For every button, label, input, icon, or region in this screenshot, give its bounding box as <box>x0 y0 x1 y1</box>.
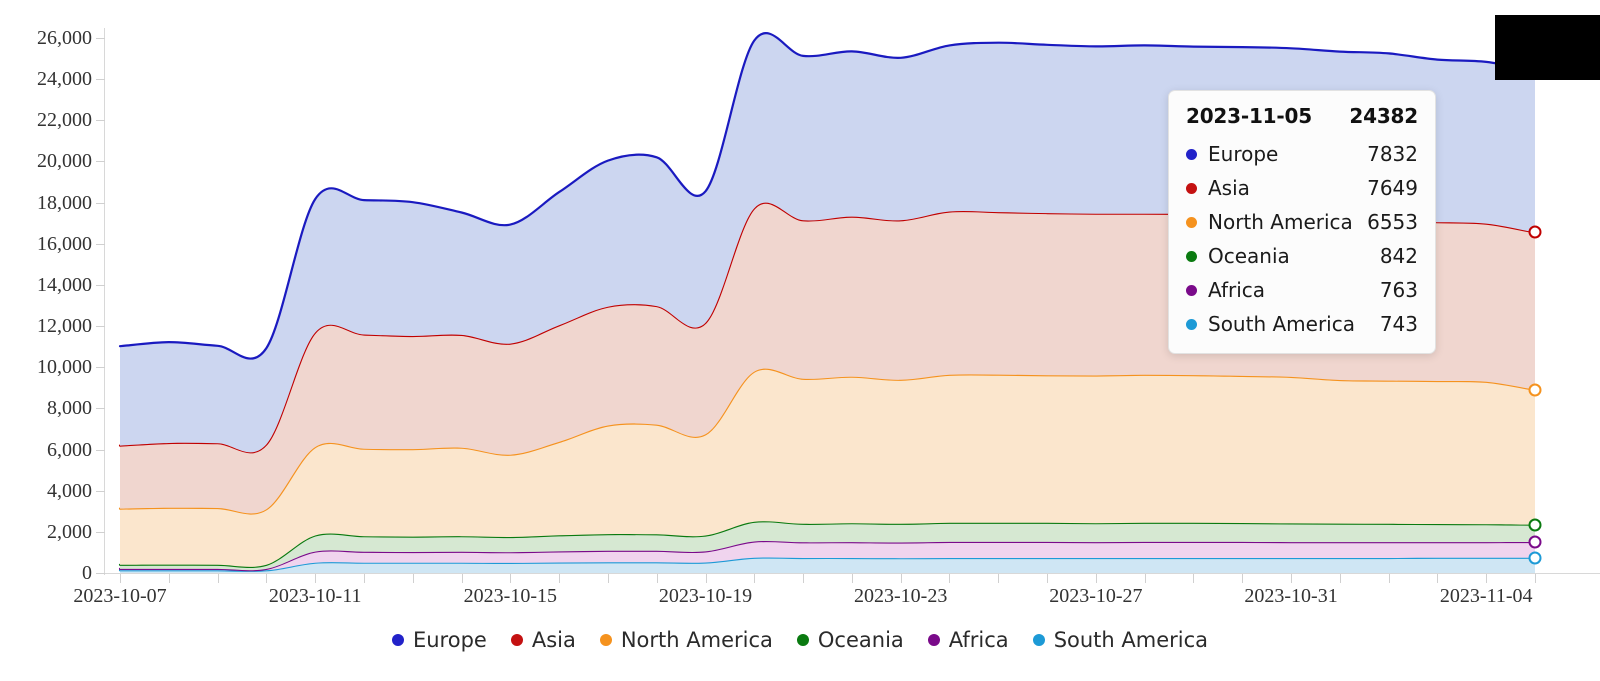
tooltip-series-value: 763 <box>1379 278 1418 302</box>
tooltip-total: 24382 <box>1349 104 1418 128</box>
end-marker-south-america[interactable] <box>1528 551 1542 565</box>
tooltip-series-name: Oceania <box>1208 244 1290 268</box>
series-color-dot-icon <box>1186 182 1197 194</box>
series-color-dot-icon <box>1186 284 1197 296</box>
legend-color-dot-icon <box>599 634 612 646</box>
legend-item-europe[interactable]: Europe <box>391 628 487 652</box>
tooltip-series-name: Asia <box>1208 176 1250 200</box>
end-marker-africa[interactable] <box>1528 535 1542 549</box>
tooltip-row: Europe 7832 <box>1186 137 1418 171</box>
series-color-dot-icon <box>1186 148 1197 160</box>
tooltip-series-name: South America <box>1208 312 1355 336</box>
tooltip-row: Africa 763 <box>1186 273 1418 307</box>
tooltip-date: 2023-11-05 <box>1186 104 1312 128</box>
tooltip-series-name: North America <box>1208 210 1353 234</box>
tooltip-row: Oceania 842 <box>1186 239 1418 273</box>
legend-item-south-america[interactable]: South America <box>1032 628 1209 652</box>
legend-label: Asia <box>531 628 576 652</box>
legend-item-oceania[interactable]: Oceania <box>796 628 904 652</box>
legend-item-asia[interactable]: Asia <box>510 628 576 652</box>
end-marker-oceania[interactable] <box>1528 518 1542 532</box>
legend-color-dot-icon <box>510 634 523 646</box>
tooltip-rows: Europe 7832 Asia 7649 North America 6553 Ocean… <box>1186 137 1418 341</box>
legend-label: South America <box>1053 628 1209 652</box>
legend-label: North America <box>620 628 773 652</box>
legend-label: Africa <box>948 628 1009 652</box>
tooltip-series-name: Africa <box>1208 278 1266 302</box>
series-color-dot-icon <box>1186 250 1197 262</box>
legend-item-north-america[interactable]: North America <box>599 628 773 652</box>
legend-color-dot-icon <box>1032 634 1045 646</box>
chart-legend: Europe Asia North America Oceania Africa Sout… <box>0 628 1600 652</box>
end-marker-asia[interactable] <box>1528 225 1542 239</box>
legend-label: Oceania <box>817 628 904 652</box>
tooltip-header: 2023-11-05 24382 <box>1186 104 1418 128</box>
tooltip-row: South America 743 <box>1186 307 1418 341</box>
tooltip-series-value: 7832 <box>1367 142 1418 166</box>
tooltip-series-value: 842 <box>1379 244 1418 268</box>
tooltip-series-value: 7649 <box>1367 176 1418 200</box>
end-marker-north-america[interactable] <box>1528 383 1542 397</box>
tooltip-series-value: 6553 <box>1367 210 1418 234</box>
series-color-dot-icon <box>1186 216 1197 228</box>
legend-color-dot-icon <box>391 634 404 646</box>
legend-label: Europe <box>412 628 487 652</box>
tooltip-series-name: Europe <box>1208 142 1279 166</box>
chart-tooltip: 2023-11-05 24382 Europe 7832 Asia 7649 North… <box>1168 90 1436 354</box>
tooltip-row: Asia 7649 <box>1186 171 1418 205</box>
tooltip-series-value: 743 <box>1379 312 1418 336</box>
series-color-dot-icon <box>1186 318 1197 330</box>
legend-color-dot-icon <box>927 634 940 646</box>
chart-root: 0 2,000 4,000 6,000 8,000 10,000 12,000 14,000 1… <box>0 0 1600 681</box>
legend-color-dot-icon <box>796 634 809 646</box>
redaction-block <box>1495 15 1600 80</box>
tooltip-row: North America 6553 <box>1186 205 1418 239</box>
legend-item-africa[interactable]: Africa <box>927 628 1009 652</box>
